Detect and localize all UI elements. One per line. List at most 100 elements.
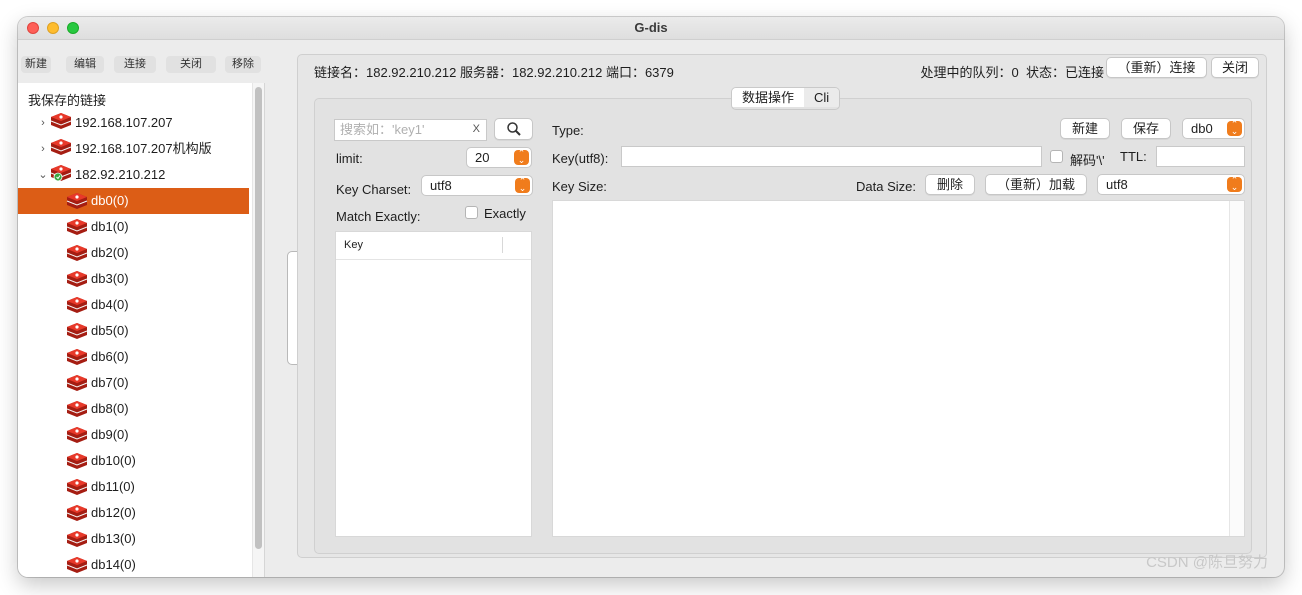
dropdown-arrows-icon: ⌃ ⌄ [1227,176,1242,192]
app-window: G-dis 新建 编辑 连接 关闭 移除 我保存的链接 › 192.168.10… [18,17,1284,577]
tree-database-label: db0(0) [91,193,129,208]
tree-database-label: db1(0) [91,219,129,234]
tree-database-label: db6(0) [91,349,129,364]
connection-info: 链接名：182.92.210.212 服务器：182.92.210.212 端口… [314,65,674,80]
tree-database-label: db4(0) [91,297,129,312]
tree-connection-label: 192.168.107.207 [75,115,173,130]
connection-tree: 我保存的链接 › 192.168.107.207 › 192.168.107.20… [18,83,265,577]
redis-icon [66,271,88,287]
connection-toolbar: 新建 编辑 连接 关闭 移除 [18,55,264,79]
tree-database-label: db5(0) [91,323,129,338]
exactly-checkbox[interactable] [465,206,478,219]
dropdown-arrows-icon: ⌃ ⌄ [515,177,530,193]
tree-database-item[interactable]: db4(0) [18,292,249,318]
tree-database-item[interactable]: db14(0) [18,552,249,577]
redis-icon [66,505,88,521]
tree-scrollbar[interactable] [252,83,264,577]
search-button[interactable] [494,118,533,140]
close-button[interactable]: 关闭 [1211,57,1259,78]
tree-database-item[interactable]: db3(0) [18,266,249,292]
key-column-header[interactable]: Key [344,239,363,251]
tree-database-item[interactable]: db5(0) [18,318,249,344]
tab-data-operations[interactable]: 数据操作 [732,88,805,107]
redis-icon [66,219,88,235]
encoding-value: utf8 [1106,177,1128,192]
stepper-arrows-icon[interactable]: ⌃ ⌄ [514,149,529,165]
tree-database-item[interactable]: db0(0) [18,188,249,214]
tree-database-item[interactable]: db7(0) [18,370,249,396]
db-select[interactable]: db0 ⌃ ⌄ [1182,118,1245,139]
limit-label: limit: [336,151,363,166]
delete-button[interactable]: 删除 [925,174,975,195]
tab-cli[interactable]: Cli [804,88,840,107]
remove-connection-button[interactable]: 移除 [225,56,261,73]
tree-database-label: db3(0) [91,271,129,286]
clear-search-icon[interactable]: X [473,120,480,139]
limit-value: 20 [475,150,490,165]
key-list-header: Key [336,232,531,260]
tree-database-item[interactable]: db11(0) [18,474,249,500]
key-search-input[interactable]: 搜索如：'key1' X [334,119,487,141]
redis-icon [66,297,88,313]
tree-database-item[interactable]: db8(0) [18,396,249,422]
close-window-button[interactable] [27,22,39,34]
connect-button[interactable]: 连接 [114,56,156,73]
tree-database-item[interactable]: db9(0) [18,422,249,448]
key-charset-label: Key Charset: [336,182,412,197]
reload-button[interactable]: （重新）加载 [985,174,1087,195]
tree-database-item[interactable]: db1(0) [18,214,249,240]
search-icon [506,122,521,136]
key-list[interactable]: Key [335,231,532,537]
tree-database-label: db8(0) [91,401,129,416]
redis-icon [66,453,88,469]
new-key-button[interactable]: 新建 [1060,118,1110,139]
tree-connection-item[interactable]: › 192.168.107.207 [18,110,249,136]
chevron-down-icon[interactable]: ⌄ [38,162,48,188]
close-connection-button[interactable]: 关闭 [166,56,216,73]
chevron-right-icon[interactable]: › [38,110,48,136]
limit-stepper[interactable]: 20 ⌃ ⌄ [466,147,532,168]
tree-database-label: db12(0) [91,505,136,520]
match-exactly-label: Match Exactly: [336,209,421,224]
tree-database-item[interactable]: db13(0) [18,526,249,552]
redis-icon [66,349,88,365]
key-charset-select[interactable]: utf8 ⌃ ⌄ [421,175,533,196]
tree-database-label: db2(0) [91,245,129,260]
value-scrollbar[interactable] [1229,201,1244,536]
encoding-select[interactable]: utf8 ⌃ ⌄ [1097,174,1245,195]
queue-count: 处理中的队列：0 [920,65,1019,80]
saved-connections-header: 我保存的链接 [28,93,107,108]
tree-database-item[interactable]: db6(0) [18,344,249,370]
tree-connection-item[interactable]: › 192.168.107.207机构版 [18,136,249,162]
decode-checkbox[interactable] [1050,150,1063,163]
tree-scroll-thumb[interactable] [255,87,262,549]
search-placeholder: 搜索如：'key1' [340,122,425,137]
title-bar: G-dis [18,17,1284,40]
tree-database-item[interactable]: db2(0) [18,240,249,266]
minimize-window-button[interactable] [47,22,59,34]
redis-icon [50,165,72,181]
new-connection-button[interactable]: 新建 [21,56,51,73]
edit-connection-button[interactable]: 编辑 [66,56,104,73]
reconnect-button[interactable]: （重新）连接 [1106,57,1207,78]
tab-content: 搜索如：'key1' X limit: 20 ⌃ ⌄ Key Charset: u… [314,98,1252,554]
key-size-label: Key Size: [552,179,607,194]
redis-icon [66,323,88,339]
dropdown-arrows-icon: ⌃ ⌄ [1227,120,1242,136]
chevron-right-icon[interactable]: › [38,136,48,162]
key-input[interactable] [621,146,1042,167]
tree-database-label: db9(0) [91,427,129,442]
zoom-window-button[interactable] [67,22,79,34]
tree-connection-item[interactable]: ⌄ 182.92.210.212 [18,162,249,188]
ttl-input[interactable] [1156,146,1245,167]
tree-database-item[interactable]: db10(0) [18,448,249,474]
redis-icon [50,113,72,129]
main-panel: 链接名：182.92.210.212 服务器：182.92.210.212 端口… [297,54,1267,558]
data-size-label: Data Size: [856,179,916,194]
redis-icon [66,193,88,209]
value-editor[interactable] [552,200,1245,537]
redis-icon [50,139,72,155]
save-key-button[interactable]: 保存 [1121,118,1171,139]
redis-icon [66,427,88,443]
tree-database-item[interactable]: db12(0) [18,500,249,526]
